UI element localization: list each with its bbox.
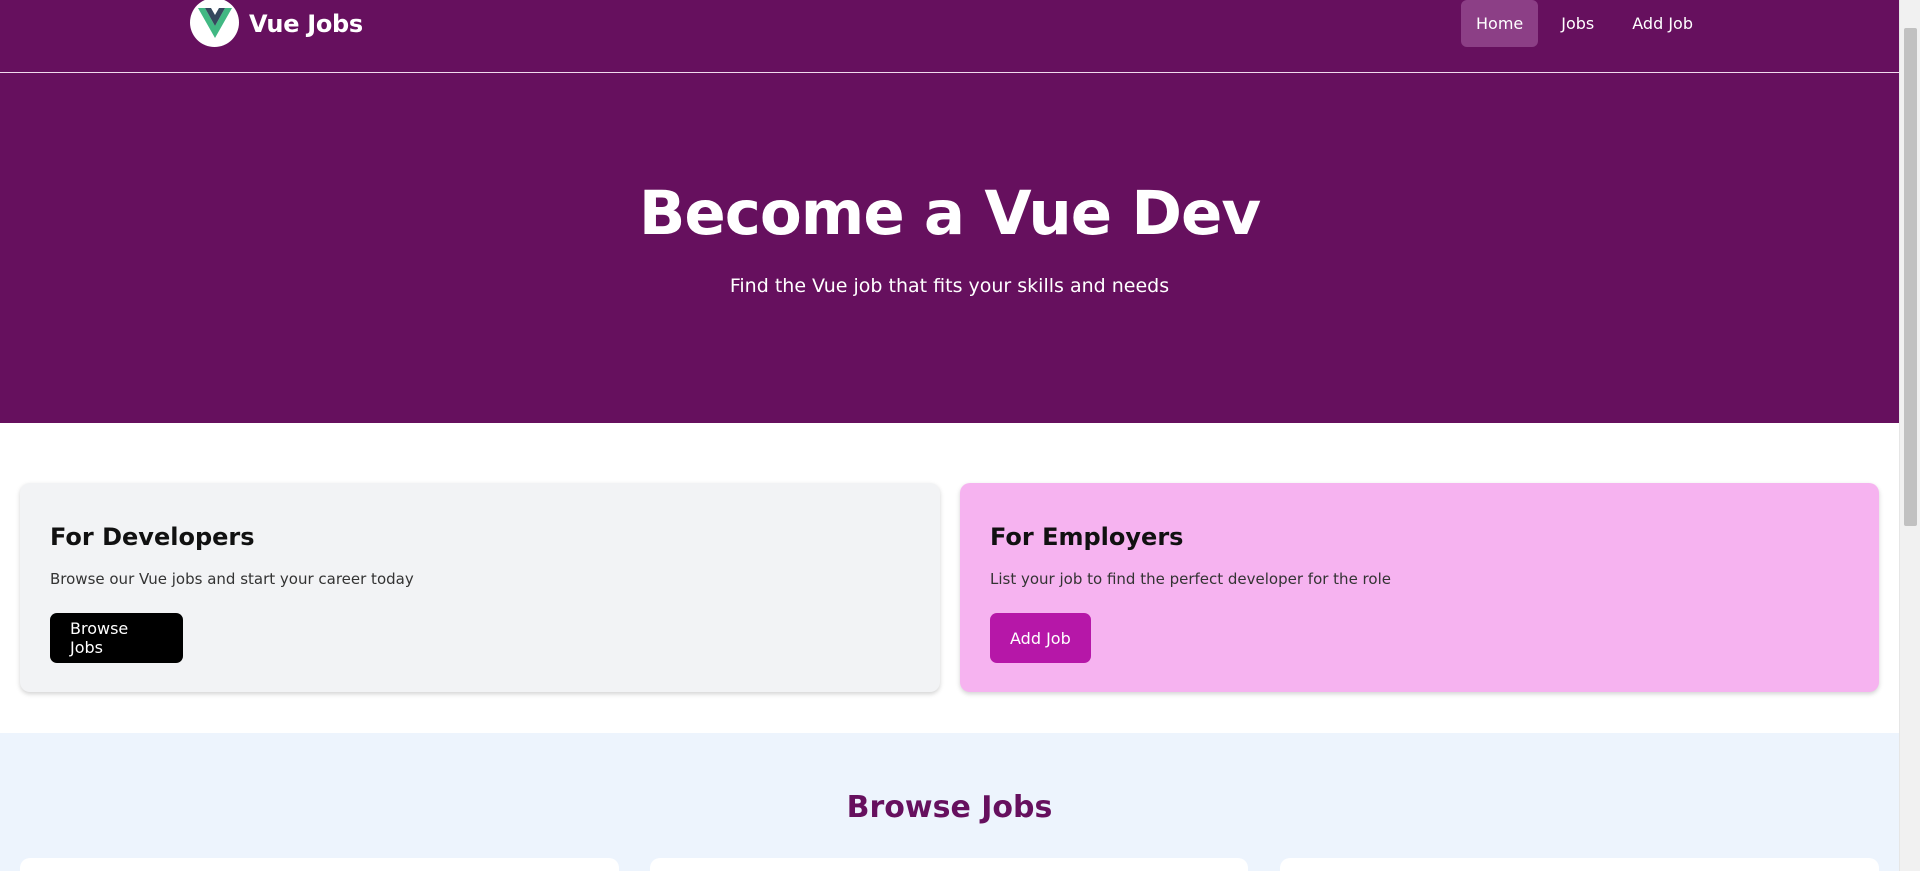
hero-subtitle: Find the Vue job that fits your skills a…	[729, 275, 1170, 297]
hero-section: Become a Vue Dev Find the Vue job that f…	[0, 73, 1899, 423]
vue-logo-icon	[190, 0, 239, 47]
employers-card-text: List your job to find the perfect develo…	[990, 570, 1391, 588]
job-card[interactable]	[20, 858, 619, 871]
brand-title: Vue Jobs	[249, 9, 363, 38]
nav-link-home[interactable]: Home	[1461, 0, 1539, 47]
vue-logo-svg	[197, 7, 232, 38]
brand[interactable]: Vue Jobs	[190, 0, 363, 47]
developers-card: For Developers Browse our Vue jobs and s…	[20, 483, 940, 692]
developers-card-text: Browse our Vue jobs and start your caree…	[50, 570, 414, 588]
job-card[interactable]	[1280, 858, 1879, 871]
browse-jobs-title: Browse Jobs	[846, 790, 1053, 825]
vertical-scrollbar[interactable]	[1899, 0, 1920, 871]
hero-title: Become a Vue Dev	[638, 178, 1261, 249]
nav-link-jobs[interactable]: Jobs	[1546, 0, 1609, 47]
developers-card-title: For Developers	[50, 523, 255, 551]
job-card[interactable]	[650, 858, 1248, 871]
add-job-button[interactable]: Add Job	[990, 613, 1091, 663]
navbar: Vue Jobs Home Jobs Add Job	[0, 0, 1899, 73]
browse-jobs-button[interactable]: Browse Jobs	[50, 613, 183, 663]
employers-card: For Employers List your job to find the …	[960, 483, 1879, 692]
nav-links: Home Jobs Add Job	[1461, 0, 1708, 47]
browse-jobs-section: Browse Jobs	[0, 733, 1899, 871]
employers-card-title: For Employers	[990, 523, 1184, 551]
scrollbar-thumb[interactable]	[1904, 28, 1917, 526]
nav-link-add-job[interactable]: Add Job	[1617, 0, 1708, 47]
